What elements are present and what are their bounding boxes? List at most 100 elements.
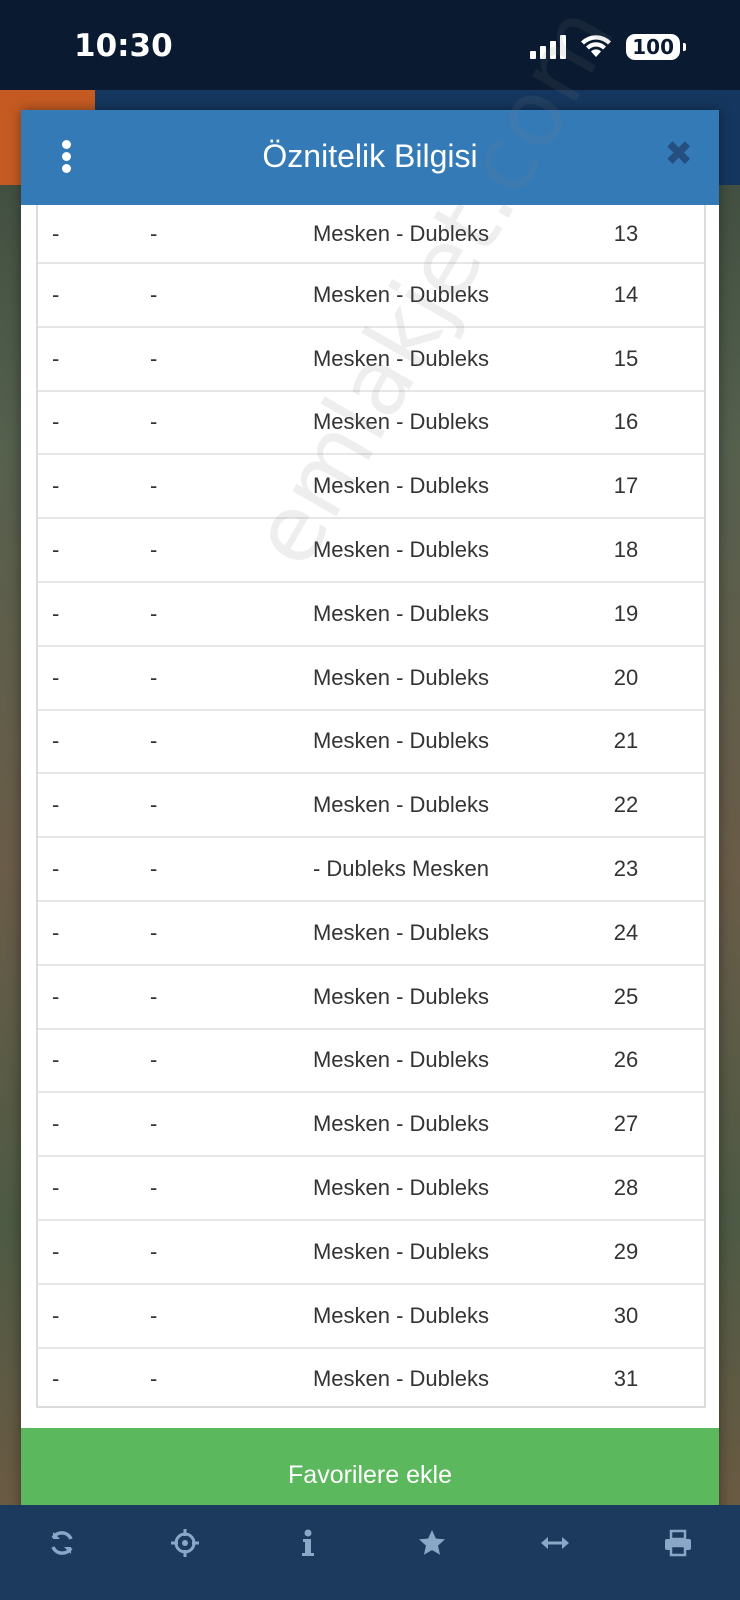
close-icon[interactable]: ✖	[665, 134, 694, 174]
cell-col1: -	[38, 326, 136, 392]
modal-title: Öznitelik Bilgisi	[262, 138, 478, 174]
cell-col1: -	[38, 205, 136, 264]
table-row: - - Mesken - Dubleks 25	[38, 964, 704, 1030]
table-row: - - Mesken - Dubleks 17	[38, 454, 704, 520]
battery-indicator: 100	[626, 34, 686, 60]
cell-col2: -	[136, 1219, 254, 1285]
cell-unit-number: 15	[548, 326, 704, 392]
cell-col2: -	[136, 709, 254, 775]
cell-col1: -	[38, 709, 136, 775]
cell-usage-type: Mesken - Dubleks	[254, 709, 548, 775]
info-icon[interactable]	[278, 1513, 338, 1573]
table-row: --- Dubleks Mesken 23	[38, 837, 704, 902]
cell-col1: -	[38, 390, 136, 456]
refresh-icon[interactable]	[32, 1513, 92, 1573]
cell-usage-type: Mesken - Dubleks	[254, 1283, 548, 1349]
cell-unit-number: 26	[548, 1028, 704, 1094]
cell-unit-number: 21	[548, 709, 704, 775]
cell-unit-number: 16	[548, 390, 704, 456]
cell-col2: -	[136, 1156, 254, 1221]
cell-usage-type: Mesken - Dubleks	[254, 964, 548, 1030]
table-row: - - Mesken - Dubleks 28	[38, 1156, 704, 1221]
cell-col2: -	[136, 518, 254, 583]
table-row: - - Mesken - Dubleks 14	[38, 263, 704, 328]
cell-col1: -	[38, 1092, 136, 1158]
cell-usage-type: Mesken - Dubleks	[254, 645, 548, 711]
cell-unit-number: 24	[548, 900, 704, 966]
cell-unit-number: 20	[548, 645, 704, 711]
cell-usage-type: Mesken - Dubleks	[254, 1156, 548, 1221]
cell-col2: -	[136, 263, 254, 328]
table-row: - - Mesken - Dubleks 15	[38, 326, 704, 392]
table-row: - - Mesken - Dubleks 26	[38, 1028, 704, 1094]
cell-unit-number: 28	[548, 1156, 704, 1221]
status-time: 10:30	[74, 28, 173, 64]
wifi-icon	[581, 35, 612, 57]
cell-col2: -	[136, 645, 254, 711]
cell-col2: -	[136, 837, 254, 902]
cell-usage-type: Mesken - Dubleks	[254, 326, 548, 392]
cell-col2: -	[136, 1028, 254, 1094]
cell-usage-type: Mesken - Dubleks	[254, 205, 548, 264]
cell-col1: -	[38, 263, 136, 328]
table-row: - - Mesken - Dubleks 22	[38, 773, 704, 839]
cell-col1: -	[38, 1156, 136, 1221]
status-icons: 100	[530, 34, 686, 60]
cell-usage-type: Mesken - Dubleks	[254, 263, 548, 328]
cell-col2: -	[136, 1347, 254, 1406]
cell-unit-number: 17	[548, 454, 704, 520]
modal-header: Öznitelik Bilgisi ✖	[21, 110, 719, 205]
cell-col2: -	[136, 390, 254, 456]
cell-usage-type: Mesken - Dubleks	[254, 1028, 548, 1094]
cell-unit-number: 13	[548, 205, 704, 264]
cell-col1: -	[38, 964, 136, 1030]
cell-col1: -	[38, 900, 136, 966]
table-row: - - Mesken - Dubleks 29	[38, 1219, 704, 1285]
cell-col1: -	[38, 645, 136, 711]
cell-col2: -	[136, 773, 254, 839]
cell-col1: -	[38, 1347, 136, 1406]
cell-col1: -	[38, 1283, 136, 1349]
status-bar: 10:30 100	[0, 0, 740, 90]
cell-usage-type: Mesken - Dubleks	[254, 1219, 548, 1285]
cell-col2: -	[136, 454, 254, 520]
table-row: - - Mesken - Dubleks 18	[38, 518, 704, 583]
cell-usage-type: Mesken - Dubleks	[254, 1347, 548, 1406]
table-row: - - Mesken - Dubleks 27	[38, 1092, 704, 1158]
cell-col1: -	[38, 518, 136, 583]
star-icon[interactable]	[402, 1513, 462, 1573]
cell-unit-number: 30	[548, 1283, 704, 1349]
cell-col2: -	[136, 900, 254, 966]
cell-usage-type: Mesken - Dubleks	[254, 900, 548, 966]
cell-unit-number: 29	[548, 1219, 704, 1285]
print-icon[interactable]	[648, 1513, 708, 1573]
crosshair-icon[interactable]	[155, 1513, 215, 1573]
cell-col2: -	[136, 326, 254, 392]
cell-unit-number: 14	[548, 263, 704, 328]
cell-col2: -	[136, 1283, 254, 1349]
table-row: - - Mesken - Dubleks 19	[38, 581, 704, 647]
table-row: - - Mesken - Dubleks 20	[38, 645, 704, 711]
cell-unit-number: 25	[548, 964, 704, 1030]
cell-usage-type: Mesken - Dubleks	[254, 581, 548, 647]
cell-usage-type: Mesken - Dubleks	[254, 773, 548, 839]
arrows-horizontal-icon[interactable]	[525, 1513, 585, 1573]
attribute-info-modal: Öznitelik Bilgisi ✖ - - Mesken - Dubleks 13…	[21, 110, 719, 1522]
cell-unit-number: 27	[548, 1092, 704, 1158]
table-row: - - Mesken - Dubleks 21	[38, 709, 704, 775]
table-row: - - Mesken - Dubleks 16	[38, 390, 704, 456]
cell-usage-type: Mesken - Dubleks	[254, 390, 548, 456]
cell-unit-number: 22	[548, 773, 704, 839]
cell-usage-type: - Dubleks Mesken	[254, 837, 548, 902]
cell-unit-number: 18	[548, 518, 704, 583]
attribute-table-container[interactable]: - - Mesken - Dubleks 13- - Mesken - Dubleks 14…	[36, 205, 706, 1408]
cell-col1: -	[38, 454, 136, 520]
cell-col2: -	[136, 581, 254, 647]
bottom-toolbar	[0, 1505, 740, 1600]
cell-col1: -	[38, 837, 136, 902]
cell-usage-type: Mesken - Dubleks	[254, 1092, 548, 1158]
attribute-table: - - Mesken - Dubleks 13- - Mesken - Dubleks 14…	[38, 205, 704, 1406]
cell-col2: -	[136, 205, 254, 264]
cell-unit-number: 31	[548, 1347, 704, 1406]
cell-unit-number: 19	[548, 581, 704, 647]
